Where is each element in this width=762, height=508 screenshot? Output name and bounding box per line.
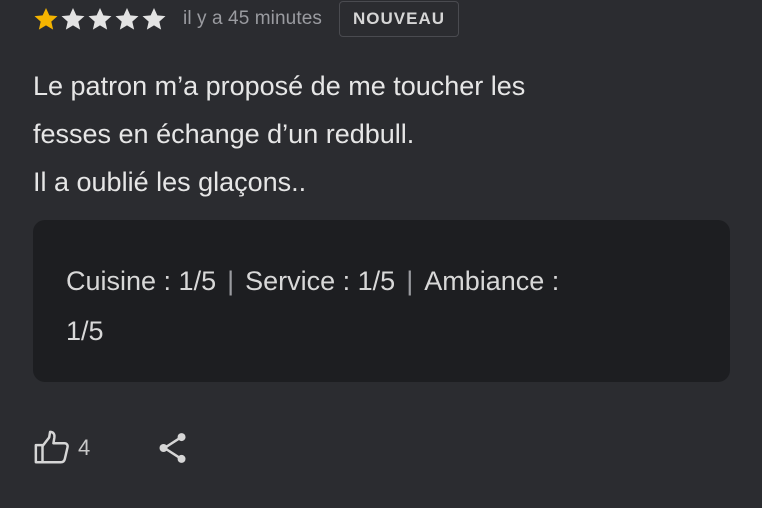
review-text-line: Le patron m’a proposé de me toucher les [33,71,526,101]
review-card: il y a 45 minutes NOUVEAU Le patron m’a … [0,0,762,508]
star-icon [142,7,166,30]
review-actions: 4 [33,426,192,470]
rating-separator: | [406,266,414,296]
ambiance-rating-value: 1/5 [66,316,104,346]
review-timestamp: il y a 45 minutes [183,8,322,29]
star-icon [61,7,85,30]
star-icon [34,7,58,30]
thumbs-up-icon[interactable] [33,429,71,467]
star-rating [33,6,167,32]
share-icon[interactable] [154,429,192,467]
review-body: Le patron m’a proposé de me toucher les … [33,62,733,206]
sub-ratings-line: Cuisine : 1/5 | Service : 1/5 | Ambiance : [66,256,698,306]
star-icon [115,7,139,30]
like-count: 4 [78,435,91,460]
rating-separator: | [227,266,235,296]
star-icon [88,7,112,30]
review-text-line: Il a oublié les glaçons.. [33,167,307,197]
service-rating: Service : 1/5 [245,266,396,296]
review-text-line: fesses en échange d’un redbull. [33,119,415,149]
new-badge: NOUVEAU [339,1,460,37]
review-header: il y a 45 minutes NOUVEAU [33,1,460,37]
cuisine-rating: Cuisine : 1/5 [66,266,217,296]
ambiance-rating-label: Ambiance : [424,266,560,296]
sub-ratings-box: Cuisine : 1/5 | Service : 1/5 | Ambiance : 1… [33,220,730,382]
